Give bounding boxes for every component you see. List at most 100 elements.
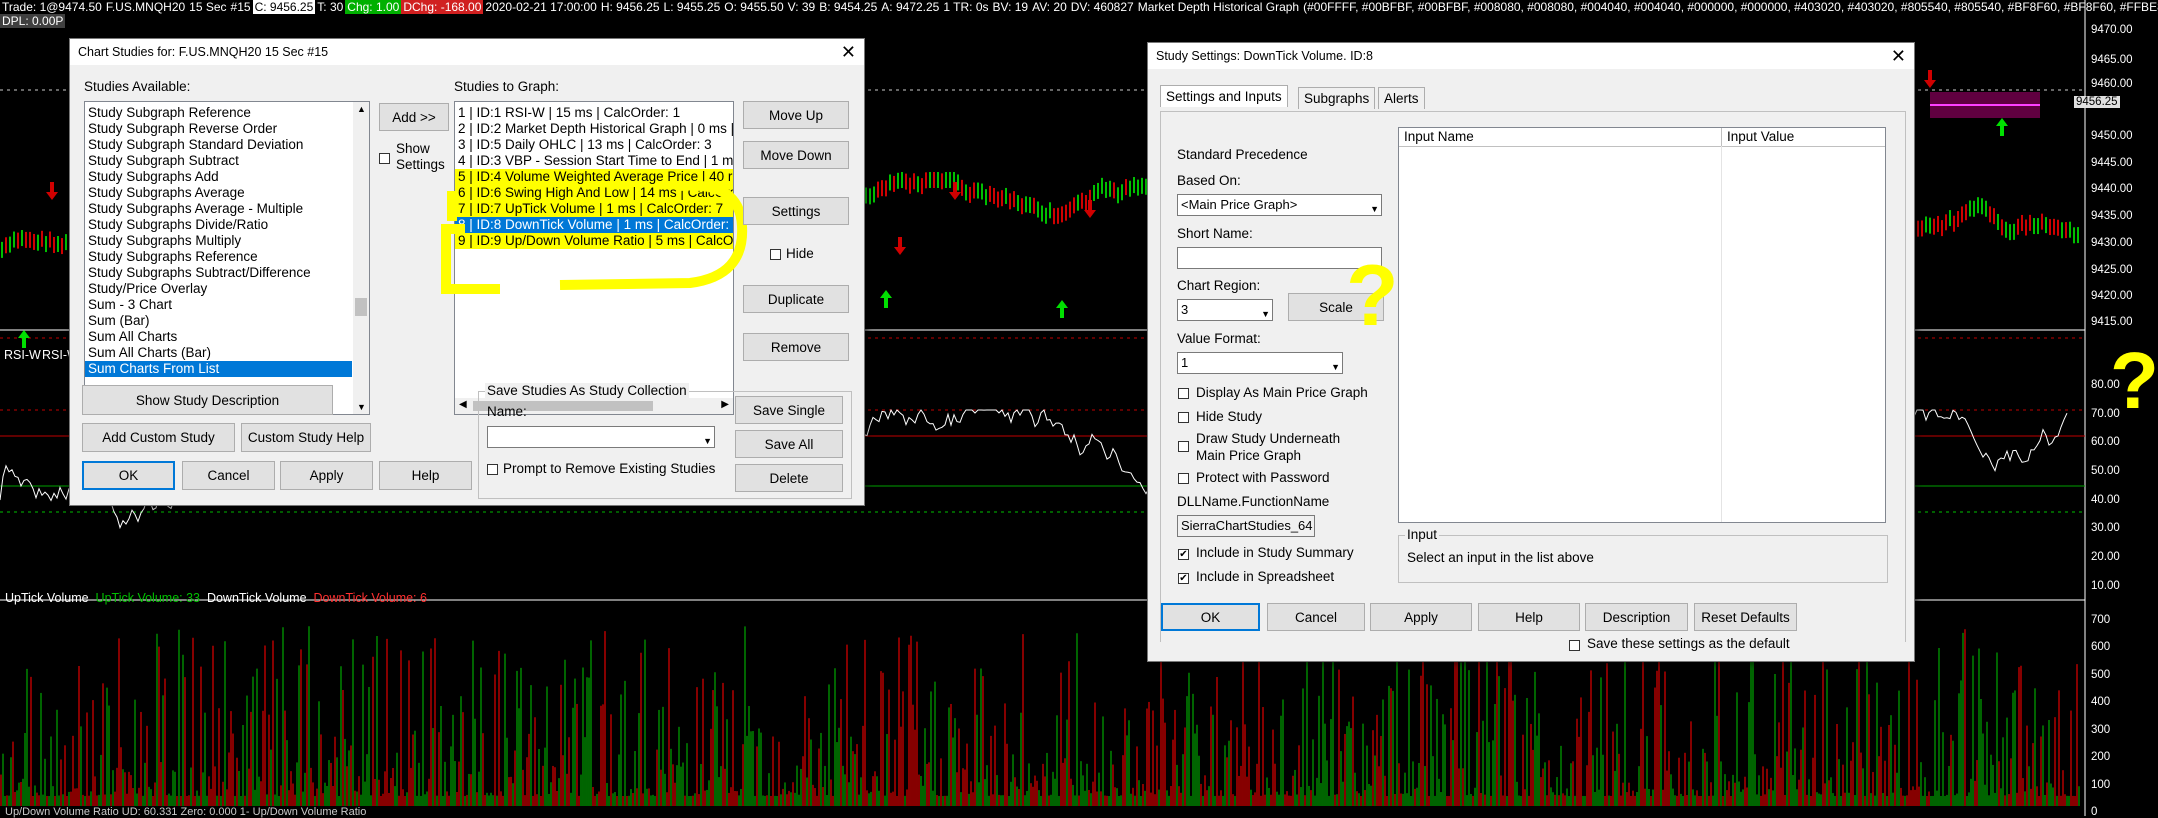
list-item[interactable]: Study Subgraphs Average - Multiple — [85, 201, 352, 217]
chevron-down-icon[interactable]: ▼ — [1261, 304, 1270, 324]
cancel-button[interactable]: Cancel — [1267, 603, 1365, 631]
delete-button[interactable]: Delete — [735, 464, 843, 492]
prompt-remove-checkbox[interactable] — [487, 464, 498, 475]
remove-button[interactable]: Remove — [743, 333, 849, 361]
duplicate-button[interactable]: Duplicate — [743, 285, 849, 313]
axis-tick-label: 100 — [2091, 779, 2111, 791]
header-item: H: 9456.25 — [600, 0, 660, 14]
current-price-tag: 9456.25 — [2074, 96, 2120, 108]
list-item[interactable]: 3 | ID:5 Daily OHLC | 13 ms | CalcOrder:… — [455, 137, 733, 153]
chevron-down-icon[interactable]: ▼ — [1331, 357, 1340, 377]
list-item[interactable]: Study Subgraphs Subtract/Difference — [85, 265, 352, 281]
chevron-down-icon[interactable]: ▼ — [1370, 199, 1379, 219]
arrow-up-icon — [18, 330, 30, 348]
list-item[interactable]: Sum Charts From List — [85, 361, 352, 377]
scroll-up-icon[interactable]: ▲ — [357, 104, 366, 114]
add-study-button[interactable]: Add >> — [379, 103, 449, 131]
list-item[interactable]: Study Subgraphs Multiply — [85, 233, 352, 249]
list-item[interactable]: Sum All Charts (Bar) — [85, 345, 352, 361]
save-single-button[interactable]: Save Single — [735, 396, 843, 424]
price-axis[interactable]: 9470.009465.009460.009456.259450.009445.… — [2085, 0, 2158, 330]
input-name-header[interactable]: Input Name — [1404, 129, 1474, 144]
list-item[interactable]: Sum All Charts — [85, 329, 352, 345]
settings-button[interactable]: Settings — [743, 197, 849, 225]
list-item[interactable]: Study Subgraphs Reference — [85, 249, 352, 265]
vertical-scrollbar[interactable]: ▲ ▼ — [353, 102, 369, 414]
axis-tick-label: 400 — [2091, 696, 2111, 708]
dialog-title: Study Settings: DownTick Volume. ID:8 — [1156, 49, 1373, 63]
ok-button[interactable]: OK — [1161, 603, 1260, 631]
show-study-description-button[interactable]: Show Study Description — [82, 385, 333, 415]
close-icon[interactable]: ✕ — [1891, 45, 1906, 67]
axis-tick-label: 500 — [2091, 669, 2111, 681]
list-item[interactable]: Study Subgraphs Add — [85, 169, 352, 185]
dialog-title: Chart Studies for: F.US.MNQH20 15 Sec #1… — [78, 45, 329, 59]
list-item[interactable]: 4 | ID:3 VBP - Session Start Time to End… — [455, 153, 733, 169]
header-item: Trade: 1@9474.50 — [2, 0, 102, 14]
help-button[interactable]: Help — [379, 461, 472, 490]
tab-subgraphs[interactable]: Subgraphs — [1298, 87, 1376, 109]
input-value-header[interactable]: Input Value — [1727, 129, 1794, 144]
list-item[interactable]: 1 | ID:1 RSI-W | 15 ms | CalcOrder: 1 — [455, 105, 733, 121]
protect-password-checkbox[interactable] — [1178, 473, 1189, 484]
reset-defaults-button[interactable]: Reset Defaults — [1694, 603, 1797, 631]
ratio-legend: Up/Down Volume Ratio UD: 60.331 Zero: 0.… — [5, 806, 367, 818]
value-format-value: 1 — [1181, 355, 1189, 370]
axis-tick-label: 700 — [2091, 614, 2111, 626]
draw-underneath-checkbox[interactable] — [1178, 441, 1189, 452]
move-down-button[interactable]: Move Down — [743, 141, 849, 169]
scroll-left-icon[interactable]: ◀ — [459, 399, 467, 410]
header-item: 1 TR: 0s — [943, 0, 989, 14]
inputs-table[interactable]: Input Name Input Value — [1398, 127, 1886, 523]
dialog-title-bar[interactable]: Study Settings: DownTick Volume. ID:8 ✕ — [1148, 43, 1914, 69]
hide-checkbox[interactable] — [770, 249, 781, 260]
studies-available-list[interactable]: Study Subgraph Reference Study Subgraph R… — [84, 101, 370, 415]
list-item[interactable]: Study Subgraph Reverse Order — [85, 121, 352, 137]
tab-settings-and-inputs[interactable]: Settings and Inputs — [1160, 85, 1288, 107]
list-item[interactable]: Study/Price Overlay — [85, 281, 352, 297]
list-item[interactable]: Sum (Bar) — [85, 313, 352, 329]
dialog-title-bar[interactable]: Chart Studies for: F.US.MNQH20 15 Sec #1… — [70, 39, 864, 65]
axis-tick-label: 9460.00 — [2091, 78, 2133, 90]
annotation-question-mark: ? — [1346, 248, 1399, 344]
dll-name-label: DLLName.FunctionName — [1177, 494, 1330, 509]
tab-alerts[interactable]: Alerts — [1378, 87, 1425, 109]
description-button[interactable]: Description — [1585, 603, 1688, 631]
axis-tick-label: 20.00 — [2091, 551, 2120, 563]
list-item[interactable]: Sum - 3 Chart — [85, 297, 352, 313]
chevron-down-icon[interactable]: ▼ — [703, 431, 712, 451]
list-item[interactable]: Study Subgraphs Divide/Ratio — [85, 217, 352, 233]
based-on-select[interactable]: <Main Price Graph> ▼ — [1177, 194, 1382, 216]
add-custom-study-button[interactable]: Add Custom Study — [82, 423, 235, 452]
list-item[interactable]: Study Subgraph Reference — [85, 105, 352, 121]
apply-button[interactable]: Apply — [1370, 603, 1472, 631]
move-up-button[interactable]: Move Up — [743, 101, 849, 129]
cancel-button[interactable]: Cancel — [182, 461, 275, 490]
scroll-down-icon[interactable]: ▼ — [357, 402, 366, 412]
show-settings-checkbox[interactable] — [379, 153, 390, 164]
list-item[interactable]: 2 | ID:2 Market Depth Historical Graph |… — [455, 121, 733, 137]
axis-tick-label: 9420.00 — [2091, 290, 2133, 302]
include-spreadsheet-checkbox[interactable]: ✔ — [1178, 573, 1189, 584]
help-button[interactable]: Help — [1478, 603, 1580, 631]
display-main-checkbox[interactable] — [1178, 388, 1189, 399]
collection-name-combo[interactable]: ▼ — [487, 426, 715, 448]
save-all-button[interactable]: Save All — [735, 430, 843, 458]
ok-button[interactable]: OK — [82, 461, 175, 490]
list-item[interactable]: Study Subgraph Standard Deviation — [85, 137, 352, 153]
custom-study-help-button[interactable]: Custom Study Help — [241, 423, 371, 452]
list-item[interactable]: Study Subgraph Subtract — [85, 153, 352, 169]
list-item[interactable]: Study Subgraphs Average — [85, 185, 352, 201]
display-main-label: Display As Main Price Graph — [1196, 385, 1368, 400]
hide-study-checkbox[interactable] — [1178, 412, 1189, 423]
include-summary-checkbox[interactable]: ✔ — [1178, 549, 1189, 560]
dll-name-field[interactable]: SierraChartStudies_64 — [1177, 515, 1315, 537]
chart-region-select[interactable]: 3 ▼ — [1177, 299, 1273, 321]
apply-button[interactable]: Apply — [280, 461, 373, 490]
close-icon[interactable]: ✕ — [841, 41, 856, 63]
settings-tabs: Settings and Inputs Subgraphs Alerts — [1160, 85, 1904, 111]
save-default-checkbox[interactable] — [1569, 640, 1580, 651]
scroll-thumb[interactable] — [355, 298, 367, 316]
volume-axis[interactable]: 700 600 500 400 300 200 100 0 — [2085, 600, 2158, 818]
value-format-select[interactable]: 1 ▼ — [1177, 352, 1343, 374]
